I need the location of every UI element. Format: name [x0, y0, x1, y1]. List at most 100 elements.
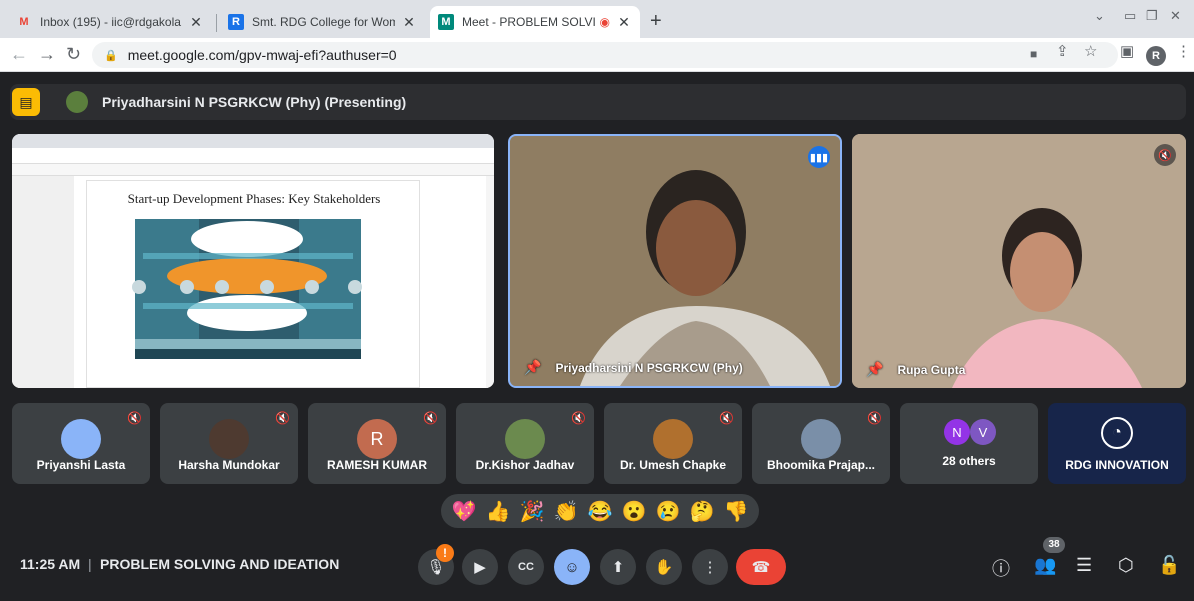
phase-node: [348, 280, 362, 294]
chat-icon[interactable]: ☰: [1076, 555, 1092, 576]
menu-kebab-icon[interactable]: ⋮: [1176, 42, 1191, 60]
mic-off-icon: 🔇: [571, 411, 586, 425]
people-count-badge: 38: [1043, 537, 1065, 553]
camera-indicator-icon[interactable]: ■: [1030, 47, 1037, 61]
tab-meet[interactable]: M Meet - PROBLEM SOLVING AND ◉ ✕: [430, 6, 640, 38]
phase-node: [215, 280, 229, 294]
mic-off-icon: 🔇: [719, 411, 734, 425]
speaking-indicator-icon: ▮▮▮: [808, 146, 830, 168]
shared-pdf-sidebar: [12, 176, 74, 388]
share-icon[interactable]: ⇪: [1056, 42, 1069, 60]
avatar: [653, 419, 693, 459]
participant-name: Dr. Umesh Chapke: [619, 458, 727, 472]
talent-arrow: [143, 303, 353, 309]
close-tab-icon[interactable]: ✕: [401, 14, 417, 31]
others-tile[interactable]: N V 28 others: [900, 403, 1038, 484]
reaction-party-icon[interactable]: 🎉: [520, 499, 545, 524]
participant-name: Priyanshi Lasta: [36, 458, 126, 472]
participant-tile[interactable]: 🔇 Dr.Kishor Jadhav: [456, 403, 594, 484]
avatar: N: [944, 419, 970, 445]
reaction-thinking-icon[interactable]: 🤔: [690, 499, 715, 524]
participant-tile[interactable]: ◔ RDG INNOVATION: [1048, 403, 1186, 484]
tab-college[interactable]: R Smt. RDG College for Women, Akola ✕: [220, 6, 425, 38]
participant-tile[interactable]: 🔇 Priyanshi Lasta: [12, 403, 150, 484]
restore-icon[interactable]: ❐: [1146, 8, 1158, 24]
reaction-surprise-icon[interactable]: 😮: [622, 499, 647, 524]
leave-call-button[interactable]: ☎: [736, 549, 786, 585]
profile-avatar[interactable]: R: [1146, 46, 1166, 66]
back-icon[interactable]: ←: [10, 44, 28, 64]
sidebar-icon[interactable]: ▣: [1120, 42, 1134, 60]
pin-icon[interactable]: 📌: [524, 359, 541, 376]
host-controls-icon[interactable]: 🔓: [1158, 555, 1180, 576]
shared-browser-url: [12, 148, 494, 164]
new-tab-button[interactable]: +: [650, 10, 662, 33]
present-now-button[interactable]: ⬆: [600, 549, 636, 585]
meeting-clock: 11:25 AM: [20, 556, 81, 572]
meeting-info-icon[interactable]: ⓘ: [992, 555, 1010, 581]
pin-icon[interactable]: 📌: [866, 361, 883, 378]
participant-name: RDG INNOVATION: [1065, 458, 1169, 472]
address-bar[interactable]: 🔒 meet.google.com/gpv-mwaj-efi?authuser=…: [92, 42, 1118, 68]
participant-tile[interactable]: 🔇 R RAMESH KUMAR: [308, 403, 446, 484]
tab-search-icon[interactable]: ⌄: [1094, 8, 1105, 24]
presentation-icon[interactable]: ▤: [12, 88, 40, 116]
footer-separator: |: [88, 556, 92, 572]
people-icon[interactable]: 👥: [1034, 555, 1056, 576]
presenter-bar: ▤ Priyadharsini N PSGRKCW (Phy) (Present…: [10, 84, 1186, 120]
speaker-name-label: 📌 Priyadharsini N PSGRKCW (Phy): [524, 359, 743, 376]
shared-scrollbar: [486, 176, 494, 388]
reactions-button[interactable]: ☺: [554, 549, 590, 585]
close-window-icon[interactable]: ✕: [1170, 8, 1181, 24]
participant-name: Dr.Kishor Jadhav: [475, 458, 575, 472]
mic-off-icon: 🔇: [423, 411, 438, 425]
reload-icon[interactable]: ↻: [66, 44, 81, 64]
reaction-heart-icon[interactable]: 💖: [452, 499, 477, 524]
captions-button[interactable]: CC: [508, 549, 544, 585]
people-ellipse: [187, 295, 307, 331]
participant-face: [1010, 232, 1074, 312]
reaction-clap-icon[interactable]: 👏: [554, 499, 579, 524]
shared-side-dock: [462, 176, 486, 388]
shared-pdf-toolbar: [12, 164, 494, 176]
participant-video-tile[interactable]: 🔇 📌 Rupa Gupta: [852, 134, 1186, 388]
browser-toolbar: ← → ↻ 🔒 meet.google.com/gpv-mwaj-efi?aut…: [0, 38, 1194, 72]
activities-icon[interactable]: ⬡: [1118, 555, 1134, 576]
shared-screen-tile[interactable]: Start-up Development Phases: Key Stakeho…: [12, 134, 494, 388]
mic-warning-badge: !: [436, 544, 454, 562]
participant-name: Bhoomika Prajap...: [766, 458, 876, 472]
avatar: [801, 419, 841, 459]
participant-tile[interactable]: 🔇 Bhoomika Prajap...: [752, 403, 890, 484]
reaction-thumbs-down-icon[interactable]: 👎: [724, 499, 749, 524]
stakeholder-diagram: [132, 219, 362, 359]
ideas-arrow: [143, 253, 353, 259]
browser-tab-strip: M Inbox (195) - iic@rdgakola.ac.in - S ✕…: [0, 0, 1194, 38]
close-tab-icon[interactable]: ✕: [188, 14, 204, 31]
meet-icon: M: [438, 14, 454, 30]
participant-video: [852, 134, 1186, 388]
more-options-button[interactable]: ⋮: [692, 549, 728, 585]
reaction-sad-icon[interactable]: 😢: [656, 499, 681, 524]
tab-gmail[interactable]: M Inbox (195) - iic@rdgakola.ac.in - S ✕: [8, 6, 212, 38]
reaction-laugh-icon[interactable]: 😂: [588, 499, 613, 524]
raise-hand-button[interactable]: ✋: [646, 549, 682, 585]
tab-title: Meet - PROBLEM SOLVING AND: [462, 15, 596, 29]
reaction-thumbs-up-icon[interactable]: 👍: [486, 499, 511, 524]
avatar: V: [970, 419, 996, 445]
participant-name: Harsha Mundokar: [178, 458, 280, 472]
speaker-video-tile[interactable]: ▮▮▮ 📌 Priyadharsini N PSGRKCW (Phy): [508, 134, 842, 388]
lock-icon: 🔒: [104, 49, 118, 62]
avatar: [209, 419, 249, 459]
participant-tile[interactable]: 🔇 Dr. Umesh Chapke: [604, 403, 742, 484]
bookmark-star-icon[interactable]: ☆: [1084, 42, 1097, 60]
forward-icon[interactable]: →: [38, 44, 56, 64]
close-tab-icon[interactable]: ✕: [616, 14, 632, 31]
mic-off-icon: 🔇: [127, 411, 142, 425]
mic-off-icon: 🔇: [275, 411, 290, 425]
participant-tile[interactable]: 🔇 Harsha Mundokar: [160, 403, 298, 484]
tab-title: Inbox (195) - iic@rdgakola.ac.in - S: [40, 15, 182, 29]
mic-off-icon: 🔇: [867, 411, 882, 425]
minimize-icon[interactable]: ▭: [1124, 8, 1136, 24]
camera-button[interactable]: ▶: [462, 549, 498, 585]
startup-ellipse: [191, 221, 303, 257]
